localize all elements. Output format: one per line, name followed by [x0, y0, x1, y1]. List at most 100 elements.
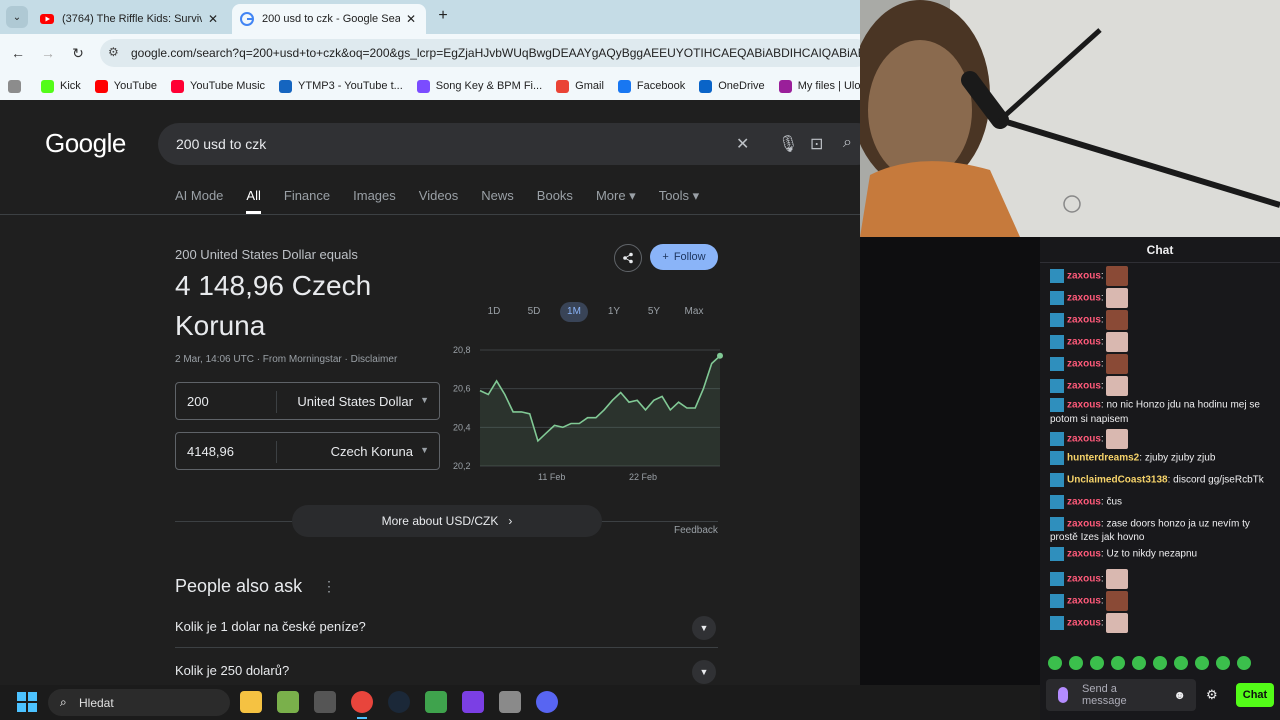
address-bar[interactable]: ⚙ google.com/search?q=200+usd+to+czk&oq=…	[100, 39, 860, 67]
lens-icon[interactable]: ⊡	[810, 134, 823, 154]
google-logo[interactable]: Google	[45, 128, 126, 159]
app-clapper-icon[interactable]	[462, 691, 484, 713]
chat-username[interactable]: zaxous	[1067, 618, 1101, 629]
app-recorder-icon[interactable]	[314, 691, 336, 713]
search-tab[interactable]: AI Mode	[175, 188, 223, 214]
chat-username[interactable]: zaxous	[1067, 518, 1101, 529]
chevron-down-icon[interactable]: ▼	[692, 660, 716, 684]
chat-settings-icon[interactable]: ⚙	[1206, 687, 1218, 703]
tab-search-button[interactable]: ⌄	[6, 6, 28, 28]
site-info-icon[interactable]: ⚙	[108, 45, 119, 59]
emote-icon[interactable]	[1048, 656, 1062, 670]
chat-send-button[interactable]: Chat	[1236, 683, 1274, 707]
discord-icon[interactable]	[536, 691, 558, 713]
range-tab[interactable]: Max	[674, 302, 714, 322]
bookmark-item[interactable]: OneDrive	[699, 79, 765, 93]
search-tab[interactable]: All	[246, 188, 261, 214]
chat-username[interactable]: zaxous	[1067, 293, 1101, 304]
from-currency-select[interactable]: United States Dollar	[297, 394, 413, 409]
emoji-icon[interactable]: ☻	[1173, 688, 1186, 702]
settings-icon[interactable]	[499, 691, 521, 713]
search-tab[interactable]: Books	[537, 188, 573, 214]
bookmark-item[interactable]: Gmail	[556, 79, 604, 93]
search-icon[interactable]: ⌕	[843, 134, 852, 152]
bookmark-item[interactable]: My files | Uloz.to Disk	[778, 79, 860, 93]
search-input[interactable]: 200 usd to czk ✕ 🎙 ⊡ ⌕	[158, 123, 860, 165]
to-amount-input[interactable]: 4148,96	[187, 444, 234, 459]
follow-button[interactable]: + Follow	[650, 244, 718, 270]
chat-username[interactable]: zaxous	[1067, 337, 1101, 348]
range-tab[interactable]: 5D	[514, 302, 554, 322]
paa-question[interactable]: Kolik je 250 dolarů? ▼	[175, 648, 718, 685]
steam-icon[interactable]	[388, 691, 410, 713]
chat-username[interactable]: zaxous	[1067, 496, 1101, 507]
stream-chat: Chat zaxous: zaxous: zaxous: zaxous: zax…	[1040, 237, 1280, 720]
microphone-icon[interactable]	[1058, 687, 1068, 703]
app-tiles-icon[interactable]	[425, 691, 447, 713]
search-tab[interactable]: Images	[353, 188, 396, 214]
microphone-icon[interactable]: 🎙	[778, 134, 798, 154]
chat-username[interactable]: UnclaimedCoast3138	[1067, 474, 1168, 485]
feedback-link[interactable]: Feedback	[674, 525, 718, 536]
dropdown-icon[interactable]: ▼	[420, 395, 429, 405]
clear-icon[interactable]: ✕	[736, 134, 749, 154]
bookmark-item[interactable]: YouTube Music	[171, 79, 265, 93]
forward-button[interactable]: →	[38, 43, 58, 63]
more-about-button[interactable]: More about USD/CZK ›	[292, 505, 602, 537]
close-tab-icon[interactable]: ✕	[404, 12, 418, 26]
to-currency-select[interactable]: Czech Koruna	[331, 444, 413, 459]
bookmark-item[interactable]: Song Key & BPM Fi...	[416, 79, 542, 93]
more-options-icon[interactable]: ⋮	[322, 578, 336, 595]
bookmark-item[interactable]: Kick	[41, 79, 81, 93]
back-button[interactable]: ←	[8, 43, 28, 63]
file-explorer-icon[interactable]	[240, 691, 262, 713]
chrome-icon[interactable]	[351, 691, 373, 719]
emote-icon[interactable]	[1090, 656, 1104, 670]
emote-icon[interactable]	[1132, 656, 1146, 670]
from-amount-input[interactable]: 200	[187, 394, 209, 409]
emote-icon[interactable]	[1195, 656, 1209, 670]
bookmark-item[interactable]: Facebook	[617, 79, 685, 93]
paa-question[interactable]: Kolik je 1 dolar na české peníze? ▼	[175, 604, 718, 648]
range-tab[interactable]: 1Y	[594, 302, 634, 322]
apps-grid-icon[interactable]	[8, 79, 27, 93]
range-tab[interactable]: 1M	[560, 302, 588, 322]
search-tab[interactable]: More ▾	[596, 188, 636, 214]
chevron-down-icon[interactable]: ▼	[692, 616, 716, 640]
chat-username[interactable]: zaxous	[1067, 433, 1101, 444]
search-tab[interactable]: Tools ▾	[659, 188, 700, 214]
taskbar-search[interactable]: ⌕ Hledat	[48, 689, 230, 716]
range-tab[interactable]: 1D	[474, 302, 514, 322]
emote-icon[interactable]	[1153, 656, 1167, 670]
chat-username[interactable]: zaxous	[1067, 381, 1101, 392]
tab-youtube[interactable]: (3764) The Riffle Kids: Surviving ✕	[32, 4, 228, 34]
chat-username[interactable]: zaxous	[1067, 271, 1101, 282]
chat-username[interactable]: zaxous	[1067, 359, 1101, 370]
search-tab[interactable]: Videos	[419, 188, 459, 214]
search-tab[interactable]: Finance	[284, 188, 330, 214]
app-green-icon[interactable]	[277, 691, 299, 713]
search-tab[interactable]: News	[481, 188, 514, 214]
tab-google-search[interactable]: 200 usd to czk - Google Search ✕	[232, 4, 426, 34]
chat-username[interactable]: zaxous	[1067, 549, 1101, 560]
windows-start-icon[interactable]	[17, 692, 37, 712]
chat-username[interactable]: zaxous	[1067, 596, 1101, 607]
chat-username[interactable]: hunterdreams2	[1067, 452, 1139, 463]
chat-username[interactable]: zaxous	[1067, 574, 1101, 585]
reload-button[interactable]: ↻	[68, 43, 88, 63]
bookmark-item[interactable]: YTMP3 - YouTube t...	[279, 79, 403, 93]
chat-username[interactable]: zaxous	[1067, 315, 1101, 326]
share-button[interactable]	[614, 244, 642, 272]
new-tab-button[interactable]: +	[434, 7, 452, 25]
dropdown-icon[interactable]: ▼	[420, 445, 429, 455]
emote-icon[interactable]	[1237, 656, 1251, 670]
close-tab-icon[interactable]: ✕	[206, 12, 220, 26]
bookmark-item[interactable]: YouTube	[94, 79, 157, 93]
emote-icon[interactable]	[1069, 656, 1083, 670]
emote-icon[interactable]	[1111, 656, 1125, 670]
chat-username[interactable]: zaxous	[1067, 400, 1101, 411]
emote-icon[interactable]	[1174, 656, 1188, 670]
emote-icon[interactable]	[1216, 656, 1230, 670]
chat-message-input[interactable]: Send a message ☻	[1046, 679, 1196, 711]
range-tab[interactable]: 5Y	[634, 302, 674, 322]
